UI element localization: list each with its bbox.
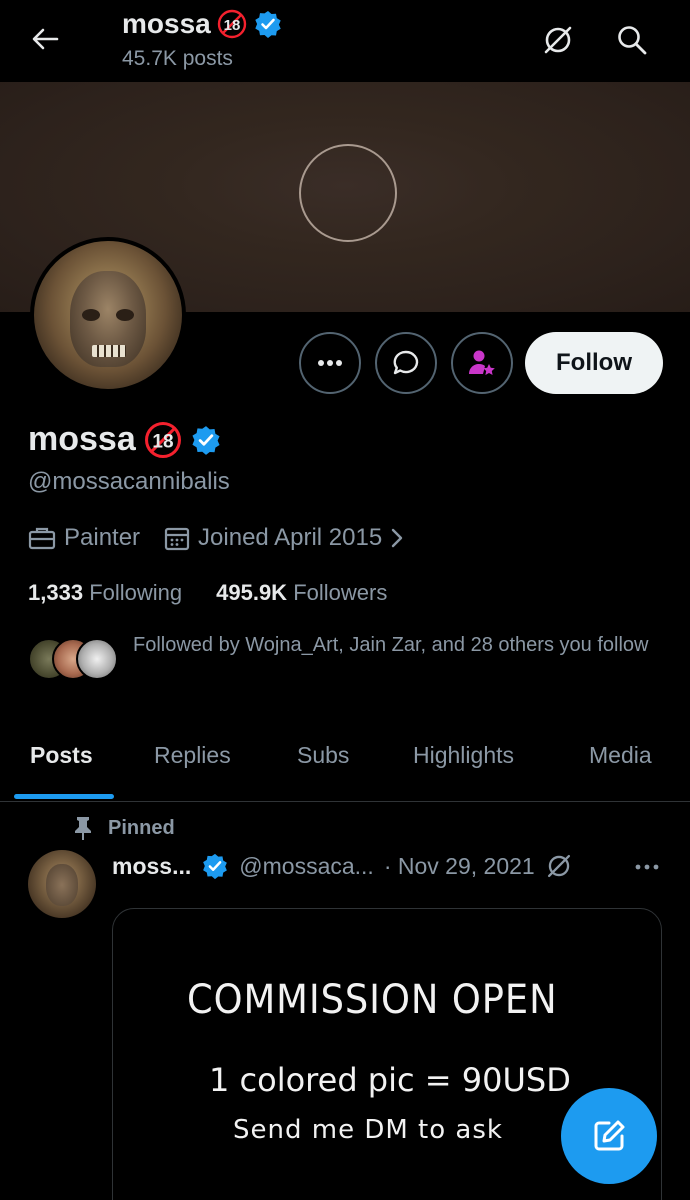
follower-avatar-3 [76, 638, 118, 680]
adult-content-18-icon: 18 [217, 9, 246, 39]
pin-icon [75, 817, 91, 840]
grok-button[interactable] [536, 18, 580, 62]
follow-button[interactable]: Follow [525, 332, 663, 394]
back-arrow-icon [32, 28, 59, 50]
avatar-teeth [92, 345, 126, 357]
post-more-button[interactable] [632, 852, 662, 882]
tab-replies[interactable]: Replies [154, 742, 231, 769]
top-bar: mossa 18 45.7K posts [0, 0, 690, 82]
avatar-artwork [70, 271, 146, 367]
post-image-text-line1: COMMISSION OPEN [187, 977, 558, 1023]
back-button[interactable] [26, 20, 64, 58]
profession-item: Painter [28, 524, 140, 552]
message-icon [393, 350, 419, 375]
tab-highlights[interactable]: Highlights [413, 742, 514, 769]
followers-count: 495.9K [216, 580, 288, 605]
banner-circle-artwork [299, 144, 397, 242]
grok-icon[interactable] [545, 852, 573, 880]
display-name: mossa [28, 420, 136, 458]
pinned-label: Pinned [108, 816, 175, 839]
compose-icon [594, 1120, 625, 1151]
svg-text:18: 18 [223, 17, 240, 34]
post-image-text-line2: 1 colored pic = 90USD [209, 1061, 571, 1099]
verified-badge-icon[interactable] [190, 424, 222, 456]
header-title: mossa 18 [122, 8, 283, 40]
adult-content-18-icon: 18 [144, 421, 181, 458]
follow-stats: 1,333 Following 495.9K Followers [28, 580, 387, 606]
followed-by-avatars[interactable] [28, 638, 118, 680]
post-header: moss... @mossaca... · Nov 29, 2021 [112, 852, 573, 880]
verified-badge-icon [255, 11, 281, 38]
avatar-eye-right [116, 309, 134, 321]
profession-label: Painter [64, 524, 141, 551]
message-button[interactable] [375, 332, 437, 394]
followers-stat[interactable]: 495.9K Followers [216, 580, 387, 606]
subscribe-icon [469, 350, 495, 375]
joined-item[interactable]: Joined April 2015 [164, 524, 404, 552]
active-tab-indicator [14, 794, 114, 799]
header-name: mossa [122, 8, 211, 39]
search-icon [618, 26, 647, 55]
more-icon [635, 864, 659, 870]
subscribe-button[interactable] [451, 332, 513, 394]
header-posts-count: 45.7K posts [122, 47, 233, 70]
chevron-right-icon [391, 528, 403, 548]
post-author-avatar[interactable] [28, 850, 96, 918]
pinned-indicator: Pinned [72, 815, 175, 841]
profile-meta: Painter Joined April 2015 [28, 524, 404, 552]
briefcase-icon [28, 527, 56, 550]
compose-post-button[interactable] [561, 1088, 657, 1184]
following-stat[interactable]: 1,333 Following [28, 580, 182, 606]
tab-media[interactable]: Media [589, 742, 652, 769]
followers-label: Followers [293, 580, 388, 605]
grok-icon [544, 26, 572, 54]
calendar-icon [164, 527, 190, 551]
profile-handle: @mossacannibalis [28, 468, 230, 495]
post-image-text-line3: Send me DM to ask [233, 1115, 503, 1145]
profile-name: mossa 18 [28, 420, 222, 459]
post-date[interactable]: · Nov 29, 2021 [384, 853, 535, 880]
post-avatar-artwork [46, 864, 78, 906]
joined-label: Joined April 2015 [198, 524, 383, 551]
following-label: Following [89, 580, 183, 605]
post-author-name[interactable]: moss... [112, 853, 191, 880]
verified-badge-icon [203, 853, 228, 880]
svg-text:18: 18 [152, 431, 173, 452]
followed-by-text[interactable]: Followed by Wojna_Art, Jain Zar, and 28 … [133, 632, 653, 658]
search-button[interactable] [610, 18, 654, 62]
avatar-eye-left [82, 309, 100, 321]
tab-subs[interactable]: Subs [297, 742, 349, 769]
tab-posts[interactable]: Posts [30, 742, 93, 769]
following-count: 1,333 [28, 580, 84, 605]
post-author-handle[interactable]: @mossaca... [239, 853, 374, 880]
more-icon [318, 360, 342, 366]
profile-tabs: Posts Replies Subs Highlights Media [0, 722, 690, 802]
more-options-button[interactable] [299, 332, 361, 394]
profile-avatar[interactable] [30, 237, 186, 393]
